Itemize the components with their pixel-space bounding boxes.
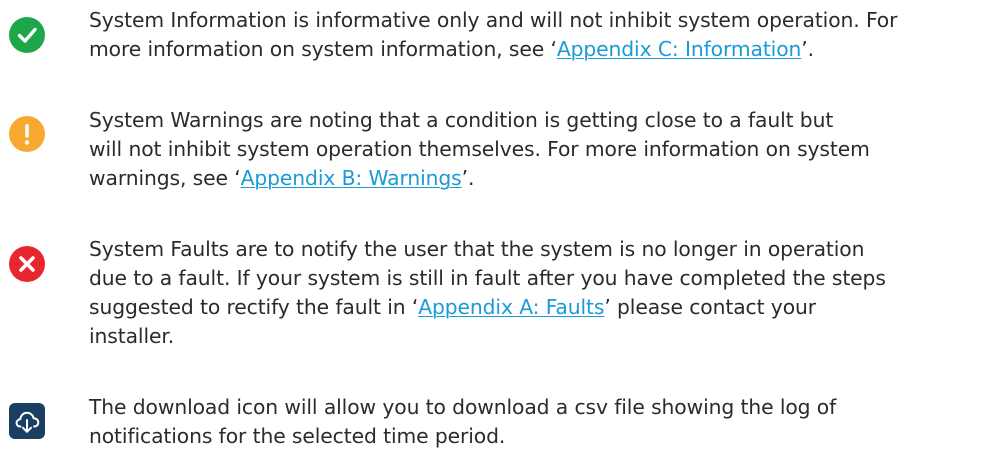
text-line: System Warnings are noting that a condit… bbox=[89, 108, 834, 132]
appendix-c-link[interactable]: Appendix C: Information bbox=[557, 37, 802, 61]
text-line: System Information is informative only a… bbox=[89, 8, 898, 32]
text-line: more information on system information, … bbox=[89, 37, 814, 61]
text-line: warnings, see ‘Appendix B: Warnings’. bbox=[89, 166, 475, 190]
appendix-b-link[interactable]: Appendix B: Warnings bbox=[241, 166, 462, 190]
cloud-download-icon bbox=[9, 403, 45, 439]
check-circle-icon bbox=[9, 17, 45, 53]
legend-description: System Information is informative only a… bbox=[89, 6, 994, 64]
text-line: will not inhibit system operation themse… bbox=[89, 137, 870, 161]
appendix-a-link[interactable]: Appendix A: Faults bbox=[418, 295, 604, 319]
text-line: notifications for the selected time peri… bbox=[89, 424, 506, 448]
text-line: The download icon will allow you to down… bbox=[89, 395, 837, 419]
text-line: System Faults are to notify the user tha… bbox=[89, 237, 865, 261]
warning-circle-icon bbox=[9, 116, 45, 152]
legend-description: System Warnings are noting that a condit… bbox=[89, 106, 994, 193]
text-line: suggested to rectify the fault in ‘Appen… bbox=[89, 295, 816, 319]
legend-description: The download icon will allow you to down… bbox=[89, 393, 994, 451]
text-line: installer. bbox=[89, 324, 175, 348]
error-x-circle-icon bbox=[9, 246, 45, 282]
text-line: due to a fault. If your system is still … bbox=[89, 266, 886, 290]
legend-description: System Faults are to notify the user tha… bbox=[89, 235, 994, 351]
